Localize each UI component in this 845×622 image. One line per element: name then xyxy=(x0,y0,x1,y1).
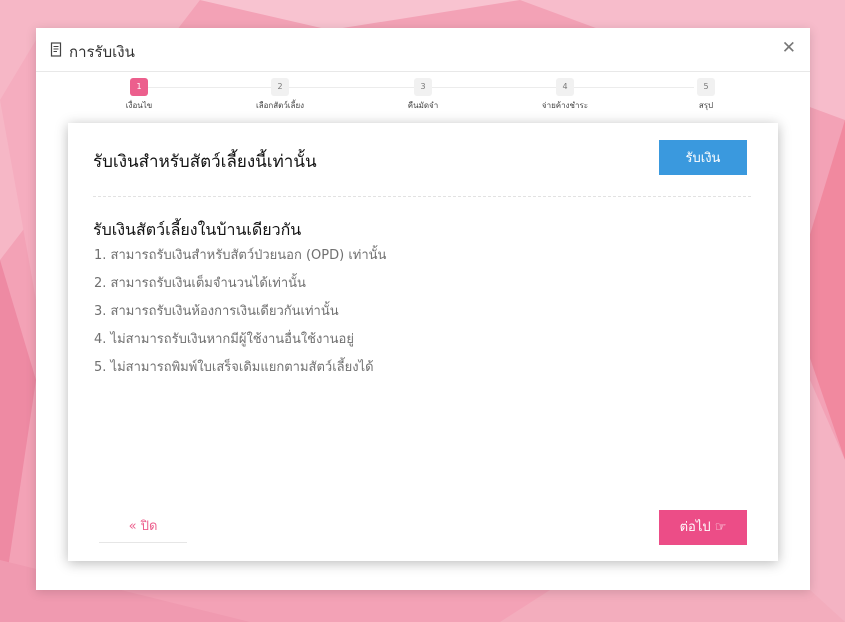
receive-payment-button[interactable]: รับเงิน xyxy=(659,140,747,175)
step-label: เงื่อนไข xyxy=(125,101,153,110)
close-button-label: ปิด xyxy=(140,519,158,534)
close-icon[interactable]: ✕ xyxy=(782,40,796,57)
step-label: คืนมัดจำ xyxy=(407,101,439,110)
rule-item: 3. สามารถรับเงินห้องการเงินเดียวกันเท่าน… xyxy=(94,304,339,319)
step-select-pet[interactable]: 2 เลือกสัตว์เลี้ยง xyxy=(220,78,340,112)
payment-dialog: การรับเงิน ✕ 1 เงื่อนไข 2 เลือกสัตว์เลี้… xyxy=(36,28,810,590)
step-label: สรุป xyxy=(698,101,714,110)
next-button[interactable]: ต่อไป ☞ xyxy=(659,510,747,545)
step-label: จ่ายค้างชำระ xyxy=(541,101,589,110)
dialog-title: การรับเงิน xyxy=(69,43,135,61)
next-button-label: ต่อไป xyxy=(679,520,711,535)
receipt-icon xyxy=(50,42,62,57)
dialog-header: การรับเงิน ✕ xyxy=(36,28,810,72)
rule-item: 1. สามารถรับเงินสำหรับสัตว์ป่วยนอก (OPD)… xyxy=(94,248,387,263)
step-number: 5 xyxy=(697,78,715,96)
rule-item: 4. ไม่สามารถรับเงินหากมีผู้ใช้งานอื่นใช้… xyxy=(94,332,354,347)
conditions-panel: รับเงินสำหรับสัตว์เลี้ยงนี้เท่านั้น รับเ… xyxy=(68,123,778,561)
step-label: เลือกสัตว์เลี้ยง xyxy=(255,101,305,110)
step-summary[interactable]: 5 สรุป xyxy=(646,78,766,112)
progress-stepper: 1 เงื่อนไข 2 เลือกสัตว์เลี้ยง 3 คืนมัดจำ… xyxy=(36,72,810,114)
step-number: 1 xyxy=(130,78,148,96)
divider xyxy=(93,196,751,197)
rules-heading: รับเงินสัตว์เลี้ยงในบ้านเดียวกัน xyxy=(93,220,302,239)
step-conditions[interactable]: 1 เงื่อนไข xyxy=(79,78,199,112)
panel-title: รับเงินสำหรับสัตว์เลี้ยงนี้เท่านั้น xyxy=(93,152,317,172)
step-number: 3 xyxy=(414,78,432,96)
double-chevron-left-icon: « xyxy=(128,519,137,534)
pointing-hand-icon: ☞ xyxy=(714,520,727,535)
step-number: 2 xyxy=(271,78,289,96)
rule-item: 2. สามารถรับเงินเต็มจำนวนได้เท่านั้น xyxy=(94,276,306,291)
rules-list: 1. สามารถรับเงินสำหรับสัตว์ป่วยนอก (OPD)… xyxy=(94,244,386,384)
close-button[interactable]: « ปิด xyxy=(99,514,187,543)
rule-item: 5. ไม่สามารถพิมพ์ใบเสร็จเดิมแยกตามสัตว์เ… xyxy=(94,360,374,375)
step-pay-outstanding[interactable]: 4 จ่ายค้างชำระ xyxy=(505,78,625,112)
step-number: 4 xyxy=(556,78,574,96)
step-refund-deposit[interactable]: 3 คืนมัดจำ xyxy=(363,78,483,112)
